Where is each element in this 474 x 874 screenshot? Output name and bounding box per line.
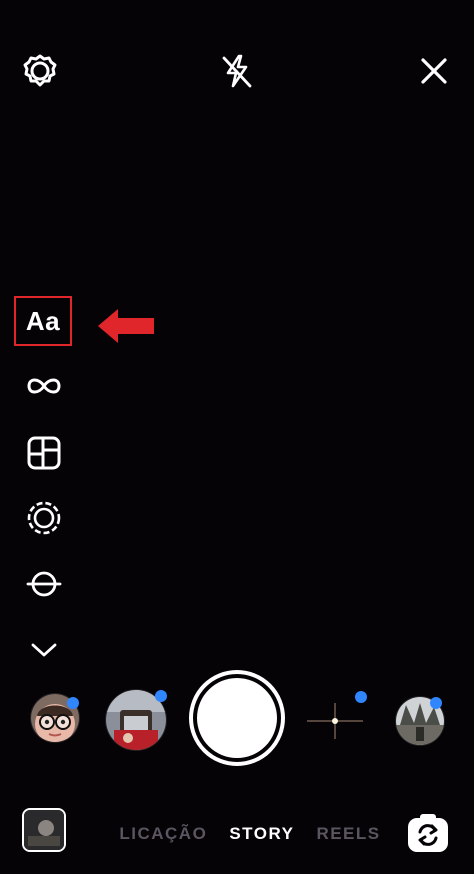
new-effect-dot (67, 697, 79, 709)
flash-off-icon (222, 54, 252, 88)
mode-selector: LICAÇÃO STORY REELS (80, 822, 420, 846)
level-icon (26, 571, 62, 597)
gallery-button[interactable] (22, 808, 66, 852)
close-button[interactable] (414, 51, 454, 91)
sparkle-icon (307, 703, 363, 739)
layout-tool[interactable] (24, 433, 64, 473)
flip-camera-button[interactable] (406, 812, 450, 854)
flash-button[interactable] (217, 51, 257, 91)
create-text-tool[interactable]: Aa (14, 296, 72, 346)
new-effect-dot (155, 690, 167, 702)
close-icon (421, 58, 447, 84)
chevron-down-icon (31, 643, 57, 657)
focus-icon (27, 501, 61, 535)
shutter-inner (197, 678, 277, 758)
mode-post[interactable]: LICAÇÃO (119, 824, 207, 844)
mode-reels[interactable]: REELS (316, 824, 380, 844)
flip-camera-icon (408, 814, 448, 852)
gallery-thumbnail (24, 810, 64, 850)
settings-button[interactable] (20, 51, 60, 91)
boomerang-tool[interactable] (24, 366, 64, 406)
new-effect-dot (355, 691, 367, 703)
annotation-arrow-icon (98, 309, 154, 343)
focus-tool[interactable] (24, 498, 64, 538)
create-text-label: Aa (25, 305, 61, 336)
layout-icon (27, 436, 61, 470)
infinity-icon (27, 378, 61, 394)
more-tools-button[interactable] (24, 630, 64, 670)
new-effect-dot (430, 697, 442, 709)
shutter-button[interactable] (189, 670, 285, 766)
gear-icon (23, 54, 57, 87)
mode-story[interactable]: STORY (229, 824, 294, 844)
sparkle-effect[interactable] (305, 697, 365, 745)
level-tool[interactable] (24, 564, 64, 604)
